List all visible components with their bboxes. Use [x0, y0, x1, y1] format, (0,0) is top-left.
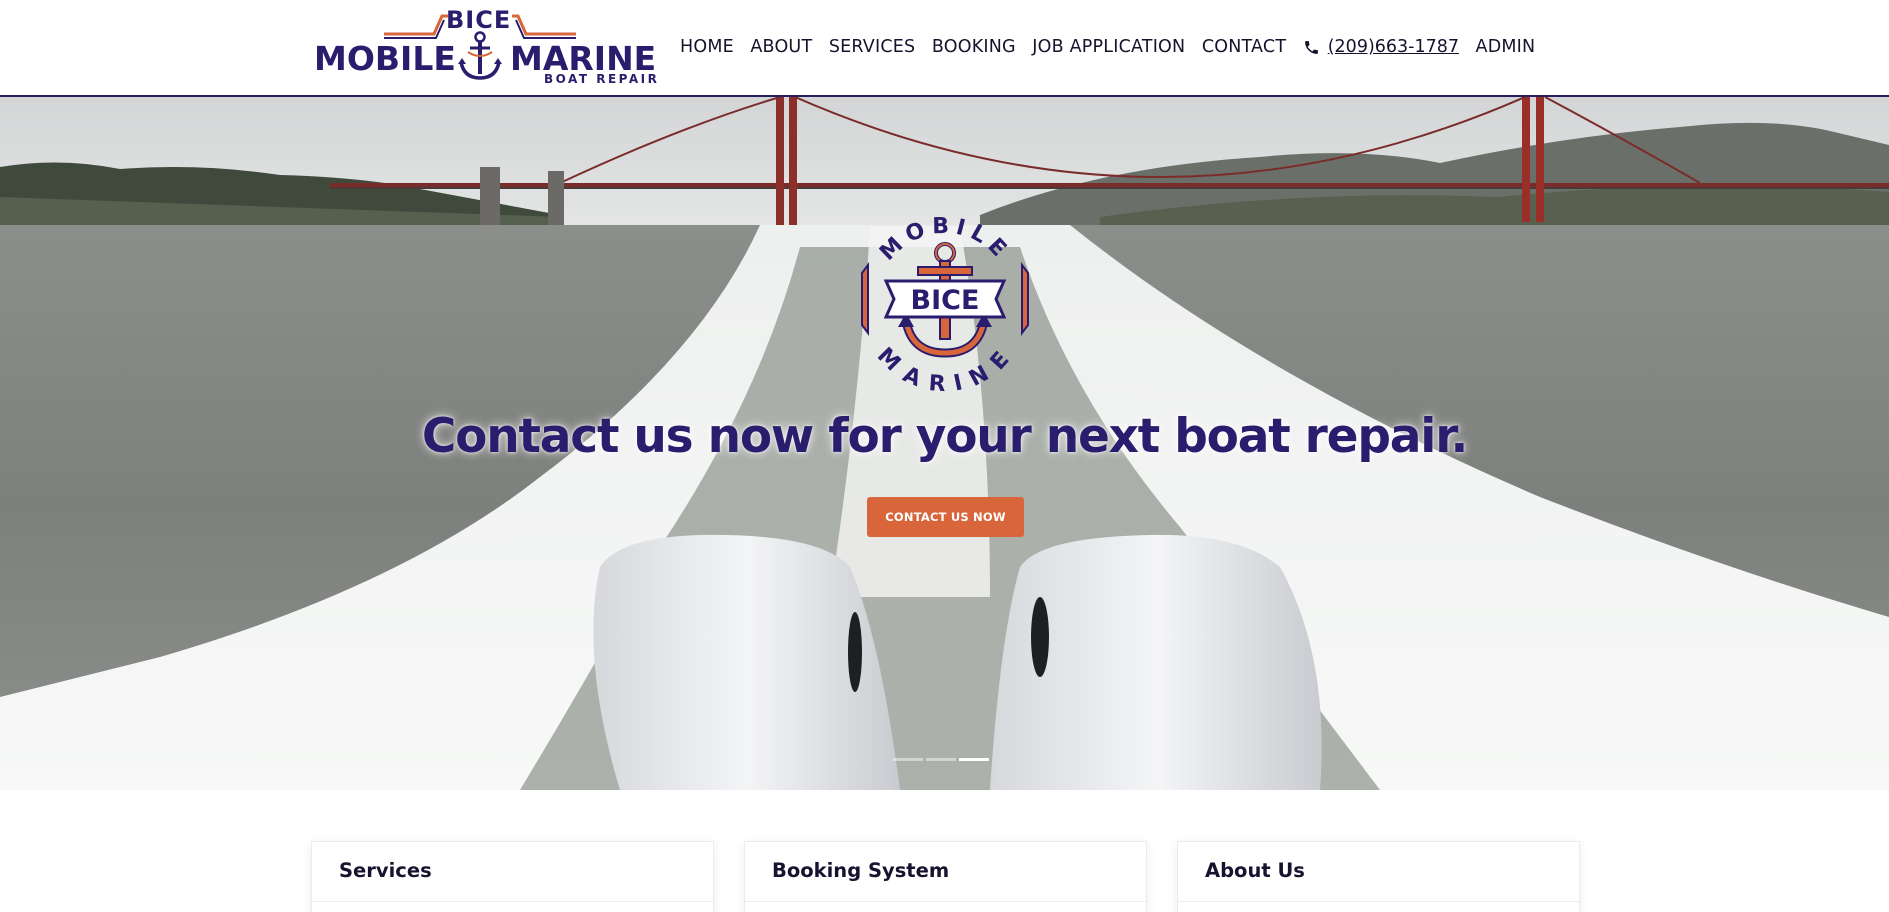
logo-boat-repair-text: BOAT REPAIR: [544, 72, 660, 86]
phone-number: (209)663-1787: [1327, 37, 1460, 57]
nav-booking[interactable]: BOOKING: [932, 37, 1016, 57]
contact-us-now-button[interactable]: CONTACT US NOW: [867, 497, 1024, 537]
booking-system-card: Booking System: [744, 841, 1147, 912]
svg-text:MOBILE: MOBILE: [875, 214, 1015, 266]
nav-admin[interactable]: ADMIN: [1476, 37, 1536, 57]
nav-phone-link[interactable]: (209)663-1787: [1303, 37, 1459, 57]
site-header: BICE MOBILE MARINE BOAT REPAIR HOME ABOU…: [0, 0, 1889, 97]
hero-slider: BICE MOBILE MARINE Contact us now for yo…: [0, 97, 1889, 790]
hero-title: Contact us now for your next boat repair…: [421, 409, 1468, 464]
slide-indicator-2[interactable]: [926, 758, 956, 761]
nav-contact[interactable]: CONTACT: [1202, 37, 1286, 57]
slide-indicator-3[interactable]: [959, 758, 989, 761]
logo-mobile-text: MOBILE: [314, 39, 456, 78]
nav-job-application[interactable]: JOB APPLICATION: [1032, 37, 1185, 57]
nav-home[interactable]: HOME: [680, 37, 734, 57]
card-divider: [745, 901, 1146, 902]
emblem-center-text: BICE: [911, 285, 980, 316]
phone-icon: [1304, 40, 1318, 54]
main-nav: HOME ABOUT SERVICES BOOKING JOB APPLICAT…: [680, 35, 1552, 59]
logo-bice-text: BICE: [446, 6, 512, 34]
about-us-card: About Us: [1177, 841, 1580, 912]
slider-indicators: [893, 758, 992, 761]
card-title: Booking System: [772, 859, 950, 882]
services-card: Services: [311, 841, 714, 912]
card-divider: [1178, 901, 1579, 902]
card-title: Services: [339, 859, 432, 882]
card-title: About Us: [1205, 859, 1305, 882]
anchor-icon: [458, 31, 502, 80]
nav-services[interactable]: SERVICES: [829, 37, 916, 57]
nav-about[interactable]: ABOUT: [750, 37, 812, 57]
slide-indicator-1[interactable]: [893, 758, 923, 761]
card-divider: [312, 901, 713, 902]
site-logo[interactable]: BICE MOBILE MARINE BOAT REPAIR: [314, 6, 657, 90]
emblem-top-text: MOBILE: [875, 214, 1009, 266]
hero-emblem: BICE MOBILE MARINE: [861, 214, 1029, 397]
